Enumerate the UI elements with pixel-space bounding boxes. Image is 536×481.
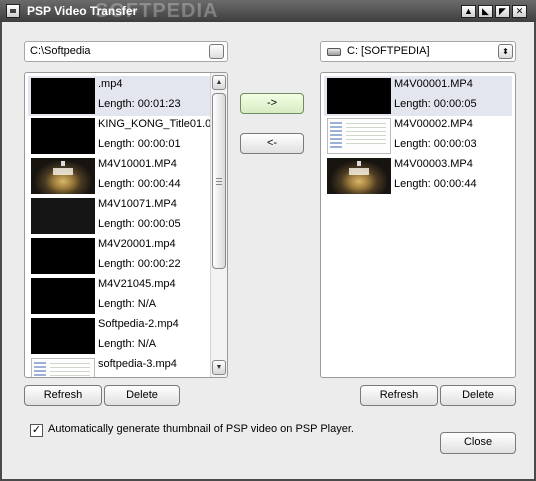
video-length: Length: 00:00:01	[98, 138, 181, 150]
video-list-item[interactable]: .mp4 Length: 00:01:23	[28, 76, 212, 116]
video-filename: M4V00002.MP4	[394, 118, 473, 130]
app-icon[interactable]	[6, 4, 20, 18]
video-thumbnail	[31, 318, 95, 354]
video-thumbnail	[327, 78, 391, 114]
softpedia-watermark: SOFTPEDIA	[95, 0, 219, 22]
video-thumbnail	[31, 78, 95, 114]
auto-thumbnail-checkbox[interactable]: ✓	[30, 424, 43, 437]
video-list-item[interactable]: Softpedia-2.mp4 Length: N/A	[28, 316, 212, 356]
grip-line	[216, 178, 222, 179]
close-button[interactable]: Close	[440, 432, 516, 454]
video-filename: M4V21045.mp4	[98, 278, 176, 290]
scroll-down-icon[interactable]: ▼	[212, 360, 226, 375]
video-filename: .mp4	[98, 78, 123, 90]
video-thumbnail	[31, 158, 95, 194]
psp-drive-select[interactable]: C: [SOFTPEDIA] ⬍	[320, 41, 516, 62]
rollup-button[interactable]: ▲	[461, 5, 476, 18]
left-delete-button[interactable]: Delete	[104, 385, 180, 406]
auto-thumbnail-label: Automatically generate thumbnail of PSP …	[48, 423, 354, 435]
grip-line	[216, 181, 222, 182]
video-thumbnail	[31, 118, 95, 154]
video-filename: M4V00001.MP4	[394, 78, 473, 90]
maximize-button[interactable]: ◤	[495, 5, 510, 18]
local-path-field[interactable]: C:\Softpedia	[24, 41, 228, 62]
video-filename: M4V10001.MP4	[98, 158, 177, 170]
right-delete-button[interactable]: Delete	[440, 385, 516, 406]
left-list-scrollbar[interactable]: ▲ ▼	[210, 73, 227, 377]
psp-video-list[interactable]: M4V00001.MP4 Length: 00:00:05 M4V00002.MP4…	[320, 72, 516, 378]
chevron-down-icon[interactable]: ⬍	[498, 44, 513, 59]
video-filename: M4V10071.MP4	[98, 198, 177, 210]
video-length: Length: 00:00:03	[394, 138, 477, 150]
scroll-up-icon[interactable]: ▲	[212, 75, 226, 90]
video-length: Length: N/A	[98, 338, 157, 350]
video-list-item[interactable]: M4V10001.MP4 Length: 00:00:44	[28, 156, 212, 196]
video-length: Length: 00:00:22	[98, 258, 181, 270]
drive-icon	[327, 48, 341, 56]
video-length: Length: 00:00:44	[394, 178, 477, 190]
left-refresh-button[interactable]: Refresh	[24, 385, 102, 406]
video-list-item[interactable]: KING_KONG_Title01.01 Length: 00:00:01	[28, 116, 217, 156]
browse-folder-button[interactable]	[209, 44, 224, 59]
video-thumbnail	[327, 158, 391, 194]
video-length: Length: 00:00:05	[394, 98, 477, 110]
video-list-item[interactable]: M4V10071.MP4 Length: 00:00:05	[28, 196, 212, 236]
video-list-item[interactable]: M4V00002.MP4 Length: 00:00:03	[324, 116, 512, 156]
close-window-button[interactable]: ✕	[512, 5, 527, 18]
video-filename: KING_KONG_Title01.01	[98, 118, 218, 130]
grip-line	[216, 184, 222, 185]
video-thumbnail	[31, 238, 95, 274]
video-list-item[interactable]: M4V21045.mp4 Length: N/A	[28, 276, 212, 316]
video-length: Length: 00:01:23	[98, 98, 181, 110]
video-filename: Softpedia-2.mp4	[98, 318, 179, 330]
video-thumbnail	[31, 198, 95, 234]
video-filename: M4V20001.mp4	[98, 238, 176, 250]
video-list-item[interactable]: softpedia-3.mp4	[28, 356, 212, 377]
video-list-item[interactable]: M4V00003.MP4 Length: 00:00:44	[324, 156, 512, 196]
video-length: Length: 00:00:44	[98, 178, 181, 190]
minimize-button[interactable]: ◣	[478, 5, 493, 18]
video-list-item[interactable]: M4V00001.MP4 Length: 00:00:05	[324, 76, 512, 116]
video-length: Length: 00:00:05	[98, 218, 181, 230]
app-window: PSP Video Transfer SOFTPEDIA ▲ ◣ ◤ ✕ C:\…	[0, 0, 536, 481]
video-length: Length: N/A	[98, 298, 157, 310]
video-thumbnail	[31, 278, 95, 314]
drive-label: C: [SOFTPEDIA]	[347, 45, 430, 57]
video-thumbnail	[327, 118, 391, 154]
video-filename: M4V00003.MP4	[394, 158, 473, 170]
scrollbar-thumb[interactable]	[212, 93, 226, 269]
local-video-list[interactable]: .mp4 Length: 00:01:23 KING_KONG_Title01.01…	[24, 72, 228, 378]
video-filename: softpedia-3.mp4	[98, 358, 177, 370]
copy-to-local-button[interactable]: <-	[240, 133, 304, 154]
local-path-text: C:\Softpedia	[30, 45, 91, 57]
copy-to-psp-button[interactable]: ->	[240, 93, 304, 114]
right-refresh-button[interactable]: Refresh	[360, 385, 438, 406]
title-bar[interactable]: PSP Video Transfer SOFTPEDIA ▲ ◣ ◤ ✕	[0, 0, 536, 22]
video-list-item[interactable]: M4V20001.mp4 Length: 00:00:22	[28, 236, 212, 276]
checkmark-icon: ✓	[31, 424, 42, 436]
video-thumbnail	[31, 358, 95, 377]
